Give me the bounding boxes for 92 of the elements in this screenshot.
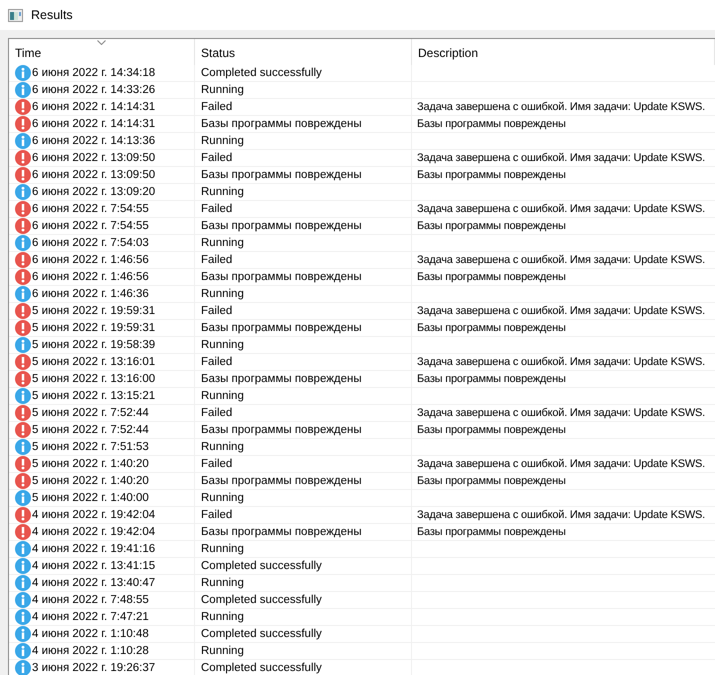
status-cell-text: Failed <box>200 508 232 522</box>
description-cell-text: Задача завершена с ошибкой. Имя задачи: Update KSWS. <box>416 508 706 522</box>
time-cell: 5 июня 2022 г. 1:40:20 <box>31 474 149 488</box>
time-cell: 6 июня 2022 г. 14:14:31 <box>31 116 156 132</box>
time-cell: 4 июня 2022 г. 1:10:28 <box>31 644 149 658</box>
time-cell: 6 июня 2022 г. 7:54:55 <box>31 202 149 216</box>
status-cell-text: Failed <box>200 406 232 420</box>
status-cell-text: Running <box>200 388 244 404</box>
time-cell: 6 июня 2022 г. 7:54:55 <box>31 218 149 234</box>
time-cell: 4 июня 2022 г. 13:41:15 <box>31 558 156 574</box>
time-cell: 5 июня 2022 г. 1:40:20 <box>31 456 149 472</box>
description-cell-text: Задача завершена с ошибкой. Имя задачи: Update KSWS. <box>416 304 706 318</box>
time-cell: 6 июня 2022 г. 14:14:31 <box>31 100 156 114</box>
time-cell: 5 июня 2022 г. 13:16:00 <box>31 372 156 386</box>
status-cell-text: Failed <box>200 304 232 318</box>
status-cell-text: Completed successfully <box>200 660 322 675</box>
status-cell-text: Running <box>200 184 244 200</box>
time-cell: 6 июня 2022 г. 14:34:18 <box>31 66 156 80</box>
time-cell: 4 июня 2022 г. 7:48:55 <box>31 592 149 608</box>
status-cell-text: Failed <box>200 456 232 472</box>
time-cell: 5 июня 2022 г. 19:59:31 <box>31 304 156 318</box>
status-cell-text: Running <box>200 490 244 506</box>
status-cell-text: Базы программы повреждены <box>200 116 362 132</box>
status-cell-text: Failed <box>200 150 232 166</box>
time-cell: 4 июня 2022 г. 19:41:16 <box>31 542 156 556</box>
description-cell-text: Базы программы повреждены <box>416 524 566 540</box>
status-cell-text: Базы программы повреждены <box>200 474 362 488</box>
status-cell-text: Базы программы повреждены <box>200 422 362 438</box>
status-cell-text: Базы программы повреждены <box>200 270 362 284</box>
time-cell: 4 июня 2022 г. 19:42:04 <box>31 508 156 522</box>
time-cell: 6 июня 2022 г. 14:13:36 <box>31 134 156 148</box>
time-cell: 4 июня 2022 г. 7:47:21 <box>31 610 149 624</box>
status-cell-text: Базы программы повреждены <box>200 320 362 336</box>
time-cell: 5 июня 2022 г. 19:58:39 <box>31 338 156 352</box>
time-cell: 6 июня 2022 г. 13:09:50 <box>31 168 156 182</box>
status-cell-text: Failed <box>200 202 232 216</box>
description-cell-text: Задача завершена с ошибкой. Имя задачи: Update KSWS. <box>416 406 706 420</box>
status-cell-text: Running <box>200 610 244 624</box>
description-cell-text: Базы программы повреждены <box>416 474 566 488</box>
time-cell: 4 июня 2022 г. 19:42:04 <box>31 524 156 540</box>
description-cell-text: Задача завершена с ошибкой. Имя задачи: Update KSWS. <box>416 354 706 370</box>
status-cell-text: Running <box>200 644 244 658</box>
status-cell-text: Failed <box>200 100 232 114</box>
description-cell-text: Задача завершена с ошибкой. Имя задачи: Update KSWS. <box>416 252 706 268</box>
description-cell-text: Базы программы повреждены <box>416 218 566 234</box>
description-cell-text: Задача завершена с ошибкой. Имя задачи: Update KSWS. <box>416 150 706 166</box>
time-cell: 5 июня 2022 г. 7:52:44 <box>31 422 149 438</box>
status-cell-text: Базы программы повреждены <box>200 218 362 234</box>
status-cell-text: Running <box>200 440 244 454</box>
status-cell-text: Running <box>200 542 244 556</box>
description-cell-text: Задача завершена с ошибкой. Имя задачи: Update KSWS. <box>416 202 706 216</box>
description-cell-text: Задача завершена с ошибкой. Имя задачи: Update KSWS. <box>416 456 706 472</box>
status-cell-text: Completed successfully <box>200 592 322 608</box>
status-cell-text: Completed successfully <box>200 66 322 80</box>
time-cell: 5 июня 2022 г. 13:16:01 <box>31 354 156 370</box>
status-cell-text: Running <box>200 338 244 352</box>
status-cell-text: Completed successfully <box>200 626 322 642</box>
description-cell-text: Задача завершена с ошибкой. Имя задачи: Update KSWS. <box>416 100 706 114</box>
time-cell: 6 июня 2022 г. 1:46:56 <box>31 270 149 284</box>
time-cell: 4 июня 2022 г. 1:10:48 <box>31 626 149 642</box>
status-cell-text: Failed <box>200 252 232 268</box>
status-cell-text: Базы программы повреждены <box>200 168 362 182</box>
status-cell-text: Running <box>200 236 244 250</box>
description-cell-text: Базы программы повреждены <box>416 422 566 438</box>
time-cell: 5 июня 2022 г. 19:59:31 <box>31 320 156 336</box>
description-cell-text: Базы программы повреждены <box>416 372 566 386</box>
time-cell: 5 июня 2022 г. 7:52:44 <box>31 406 149 420</box>
description-cell-text: Базы программы повреждены <box>416 320 566 336</box>
status-cell-text: Running <box>200 576 244 590</box>
status-cell-text: Failed <box>200 354 232 370</box>
time-cell: 6 июня 2022 г. 1:46:36 <box>31 286 149 302</box>
app-icon <box>8 8 23 22</box>
time-cell: 6 июня 2022 г. 14:33:26 <box>31 82 156 98</box>
description-cell-text: Базы программы повреждены <box>416 116 566 132</box>
time-cell: 6 июня 2022 г. 13:09:20 <box>31 184 156 200</box>
time-cell: 6 июня 2022 г. 1:46:56 <box>31 252 149 268</box>
window-title: Results <box>31 8 73 22</box>
time-cell: 4 июня 2022 г. 13:40:47 <box>31 576 156 590</box>
description-cell-text: Базы программы повреждены <box>416 270 566 284</box>
time-cell: 5 июня 2022 г. 7:51:53 <box>31 440 149 454</box>
status-cell-text: Базы программы повреждены <box>200 372 362 386</box>
status-cell-text: Базы программы повреждены <box>200 524 362 540</box>
status-cell-text: Running <box>200 134 244 148</box>
status-cell-text: Completed successfully <box>200 558 322 574</box>
time-cell: 5 июня 2022 г. 1:40:00 <box>31 490 149 506</box>
status-cell-text: Running <box>200 82 244 98</box>
time-cell: 3 июня 2022 г. 19:26:37 <box>31 660 156 675</box>
time-cell: 6 июня 2022 г. 13:09:50 <box>31 150 156 166</box>
time-cell: 6 июня 2022 г. 7:54:03 <box>31 236 149 250</box>
time-cell: 5 июня 2022 г. 13:15:21 <box>31 388 156 404</box>
status-cell-text: Running <box>200 286 244 302</box>
description-cell-text: Базы программы повреждены <box>416 168 566 182</box>
